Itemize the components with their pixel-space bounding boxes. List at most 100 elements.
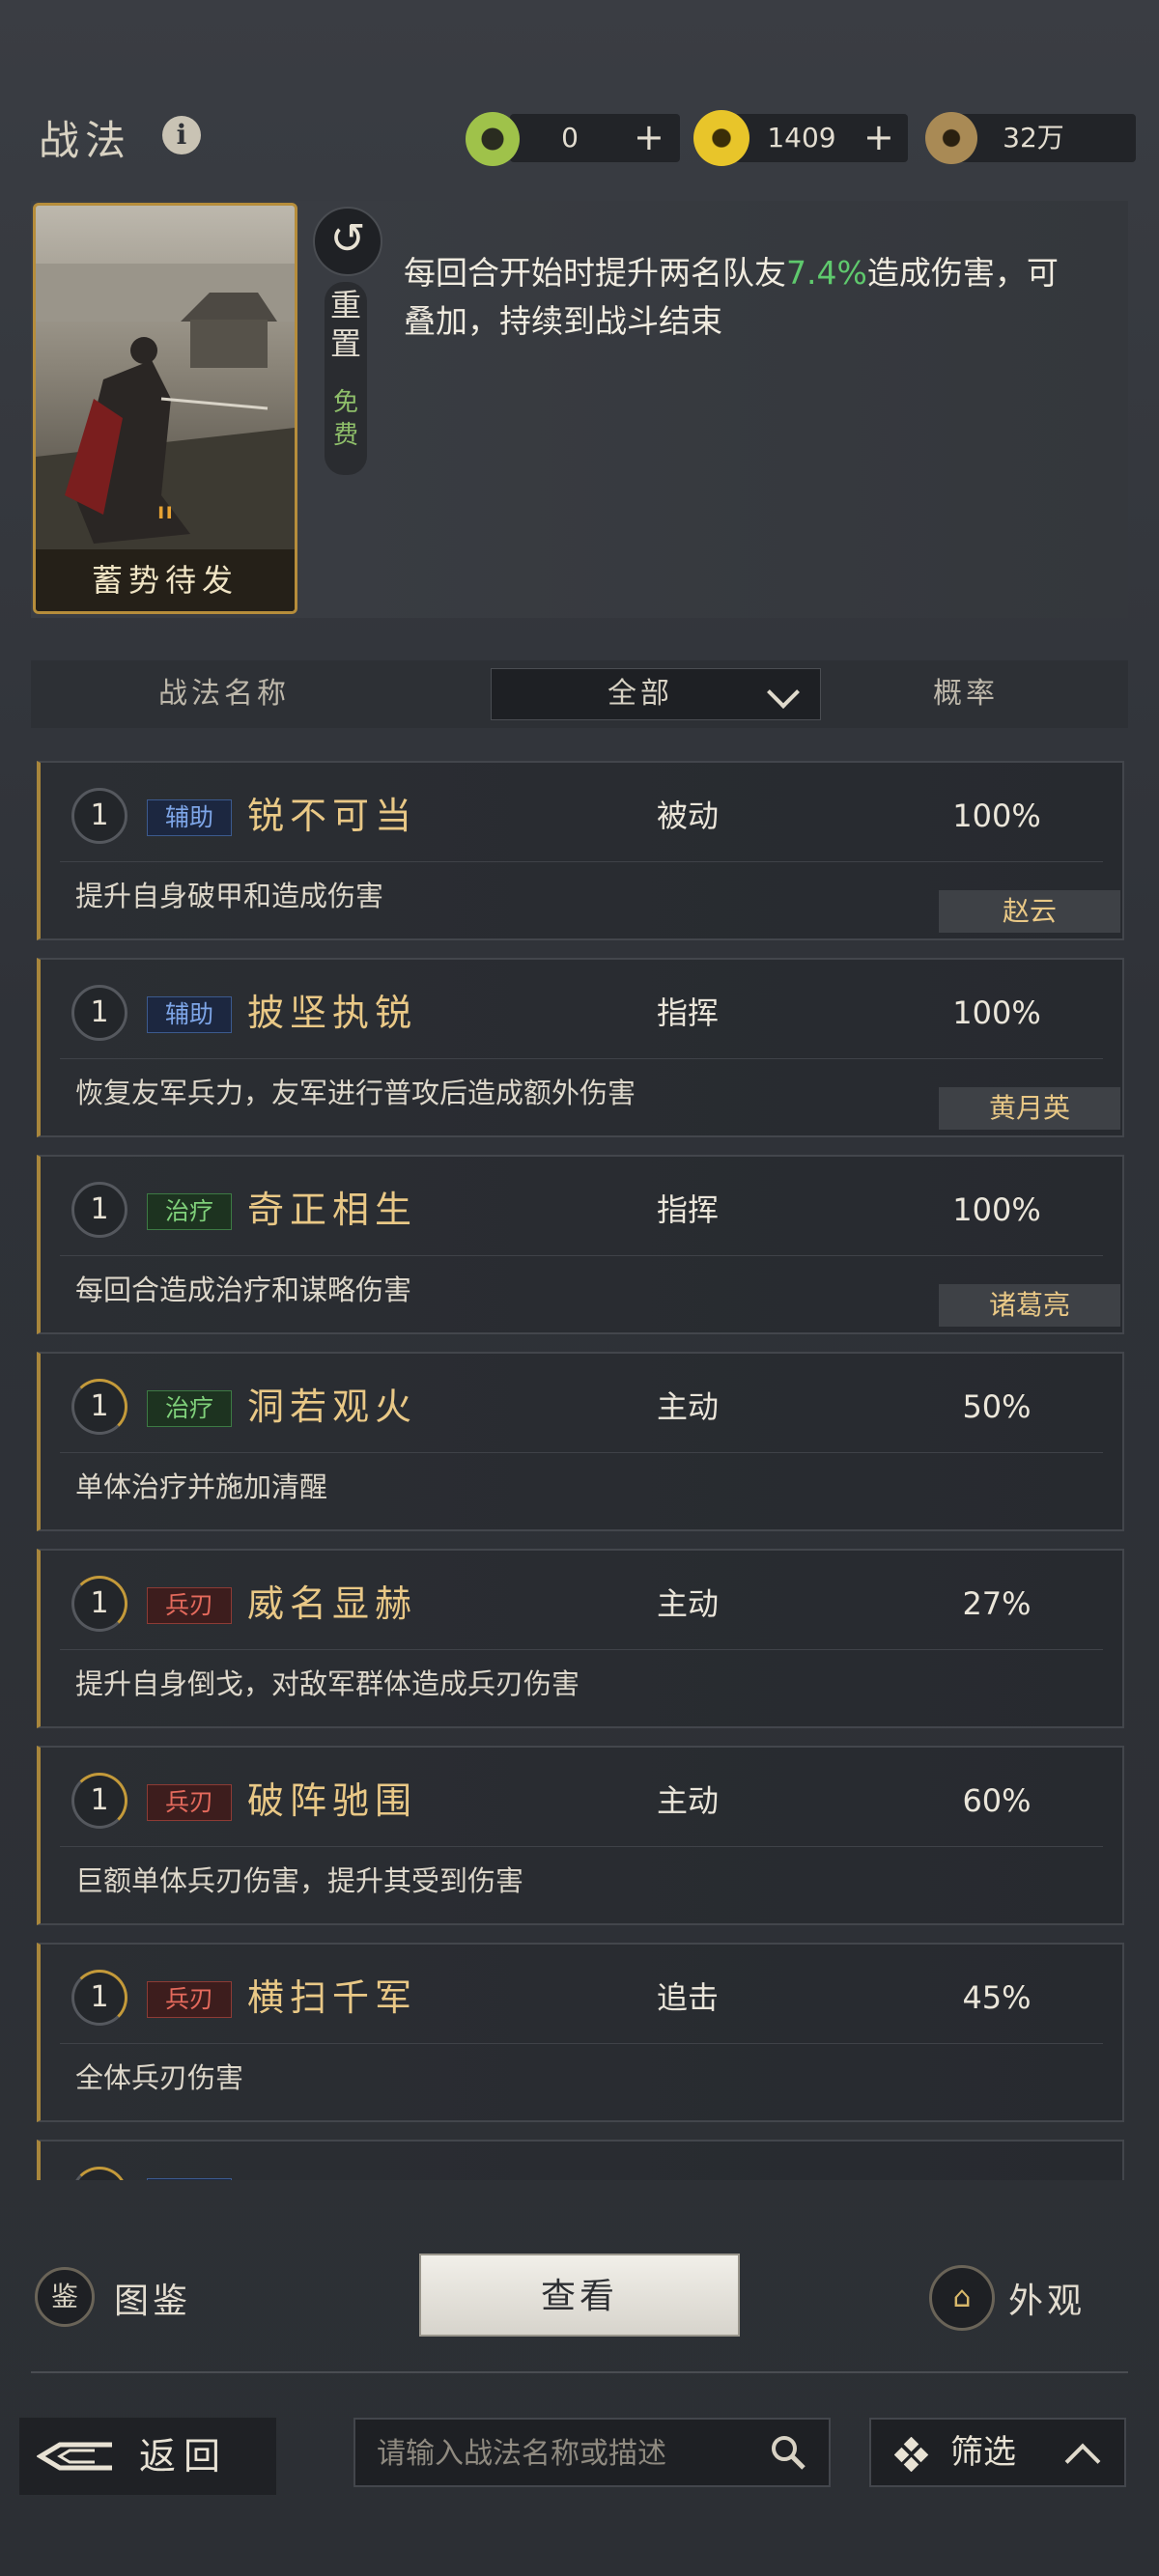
tactic-type: 主动 [656, 1388, 719, 1425]
tactic-description: 巨额单体兵刃伤害，提升其受到伤害 [75, 1864, 524, 1897]
level-badge: 1 [71, 1576, 127, 1632]
tactic-rate: 50% [962, 1388, 1032, 1425]
tactic-name: 锐不可当 [247, 795, 418, 837]
tactic-name: 威名显赫 [247, 1582, 418, 1625]
search-field[interactable] [353, 2418, 831, 2487]
jade-plus-button[interactable]: + [634, 114, 664, 160]
tactic-row-partial[interactable] [37, 2140, 1124, 2180]
hero-badge: 赵云 [939, 890, 1120, 933]
reset-label: 重置 [330, 287, 362, 362]
chevron-up-icon [1064, 2443, 1101, 2479]
skill-highlight-value: 7.4% [786, 254, 867, 292]
tactic-row[interactable]: 1 兵刃 横扫千军 追击 45% 全体兵刃伤害 [37, 1943, 1124, 2122]
codex-icon[interactable]: 鉴 [35, 2267, 95, 2327]
name-column-header: 战法名称 [158, 677, 290, 711]
rate-column-header: 概率 [933, 677, 999, 711]
search-input[interactable] [375, 2429, 755, 2478]
tactic-rate: 100% [952, 994, 1041, 1031]
chevron-down-icon [767, 676, 800, 709]
info-icon[interactable]: i [162, 116, 201, 154]
page-title: 战法 [39, 117, 132, 164]
skill-description: 每回合开始时提升两名队友7.4%造成伤害，可叠加，持续到战斗结束 [404, 254, 1059, 340]
appearance-icon[interactable]: ⌂ [929, 2265, 995, 2331]
skill-card[interactable]: " 蓄势待发 [33, 203, 297, 614]
tactic-list[interactable]: 1 辅助 锐不可当 被动 100% 提升自身破甲和造成伤害 赵云 1 辅助 披坚… [31, 743, 1132, 2180]
tactic-name: 破阵驰围 [247, 1779, 418, 1822]
row-divider [60, 1452, 1103, 1453]
tactic-type: 指挥 [656, 994, 719, 1031]
category-filter-value: 全部 [608, 677, 673, 711]
tactic-type: 被动 [656, 798, 719, 834]
tactic-tag [147, 2178, 232, 2180]
tactic-row[interactable]: 1 治疗 奇正相生 指挥 100% 每回合造成治疗和谋略伤害 诸葛亮 [37, 1155, 1124, 1334]
level-badge: 1 [71, 1379, 127, 1435]
tactic-name: 奇正相生 [247, 1189, 418, 1231]
tactic-tag: 兵刃 [147, 1981, 232, 2018]
tactic-description: 全体兵刃伤害 [75, 2061, 244, 2094]
tactic-tag: 治疗 [147, 1390, 232, 1427]
gold-coin-icon [693, 110, 749, 166]
free-label: 免费 [332, 388, 358, 450]
filter-label: 筛选 [950, 2433, 1016, 2472]
row-divider [60, 861, 1103, 862]
level-badge: 1 [71, 1970, 127, 2026]
tactic-type: 主动 [656, 1585, 719, 1622]
tactic-rate: 45% [962, 1979, 1032, 2016]
view-button[interactable]: 查看 [419, 2254, 740, 2337]
level-badge: 1 [71, 788, 127, 844]
hero-badge: 诸葛亮 [939, 1284, 1120, 1327]
level-badge: 1 [71, 985, 127, 1041]
back-button[interactable]: 返回 [19, 2418, 276, 2495]
level-badge: 1 [71, 1182, 127, 1238]
tactic-rate: 100% [952, 798, 1041, 834]
skill-card-name: 蓄势待发 [36, 549, 295, 611]
tactic-description: 提升自身破甲和造成伤害 [75, 880, 384, 912]
row-divider [60, 1058, 1103, 1059]
tactic-description: 提升自身倒戈，对敌军群体造成兵刃伤害 [75, 1667, 580, 1700]
hero-badge: 黄月英 [939, 1087, 1120, 1130]
svg-text:": " [155, 497, 175, 549]
copper-value: 32万 [1003, 122, 1064, 154]
tactic-rate: 60% [962, 1782, 1032, 1819]
jade-coin-icon [466, 112, 520, 166]
tactic-type: 指挥 [656, 1191, 719, 1228]
row-divider [60, 1649, 1103, 1650]
tactic-description: 每回合造成治疗和谋略伤害 [75, 1274, 412, 1306]
tactic-name: 横扫千军 [247, 1976, 418, 2019]
appearance-label[interactable]: 外观 [1008, 2273, 1086, 2323]
tactic-row[interactable]: 1 治疗 洞若观火 主动 50% 单体治疗并施加清醒 [37, 1352, 1124, 1531]
tactic-tag: 治疗 [147, 1193, 232, 1230]
tactic-description: 恢复友军兵力，友军进行普攻后造成额外伤害 [75, 1077, 636, 1109]
tactic-rate: 100% [952, 1191, 1041, 1228]
filter-button[interactable]: 筛选 [869, 2418, 1126, 2487]
back-arrow-icon [37, 2442, 112, 2471]
tactic-description: 单体治疗并施加清醒 [75, 1470, 328, 1503]
bottom-divider [31, 2371, 1128, 2373]
category-filter-dropdown[interactable]: 全部 [491, 668, 821, 720]
tactic-rate: 27% [962, 1585, 1032, 1622]
row-divider [60, 1846, 1103, 1847]
tactic-type: 主动 [656, 1782, 719, 1819]
tactic-tag: 兵刃 [147, 1587, 232, 1624]
search-icon[interactable] [769, 2433, 807, 2472]
codex-label[interactable]: 图鉴 [114, 2273, 191, 2323]
tactic-row[interactable]: 1 辅助 披坚执锐 指挥 100% 恢复友军兵力，友军进行普攻后造成额外伤害 黄… [37, 958, 1124, 1137]
reset-icon[interactable]: ↺ [313, 207, 382, 276]
tactic-tag: 辅助 [147, 799, 232, 836]
copper-coin-icon [925, 112, 977, 164]
gold-plus-button[interactable]: + [863, 114, 894, 160]
level-badge [71, 2167, 127, 2180]
tactic-row[interactable]: 1 兵刃 威名显赫 主动 27% 提升自身倒戈，对敌军群体造成兵刃伤害 [37, 1549, 1124, 1728]
tactic-name: 披坚执锐 [247, 992, 418, 1034]
tactic-row[interactable]: 1 辅助 锐不可当 被动 100% 提升自身破甲和造成伤害 赵云 [37, 761, 1124, 940]
filter-icon [894, 2437, 929, 2472]
row-divider [60, 2043, 1103, 2044]
tactic-row[interactable]: 1 兵刃 破阵驰围 主动 60% 巨额单体兵刃伤害，提升其受到伤害 [37, 1746, 1124, 1925]
back-label: 返回 [139, 2435, 229, 2478]
jade-value: 0 [561, 122, 579, 154]
tactic-tag: 辅助 [147, 996, 232, 1033]
tactic-name: 洞若观火 [247, 1386, 418, 1428]
gold-value: 1409 [767, 122, 836, 154]
tactic-tag: 兵刃 [147, 1784, 232, 1821]
row-divider [60, 1255, 1103, 1256]
